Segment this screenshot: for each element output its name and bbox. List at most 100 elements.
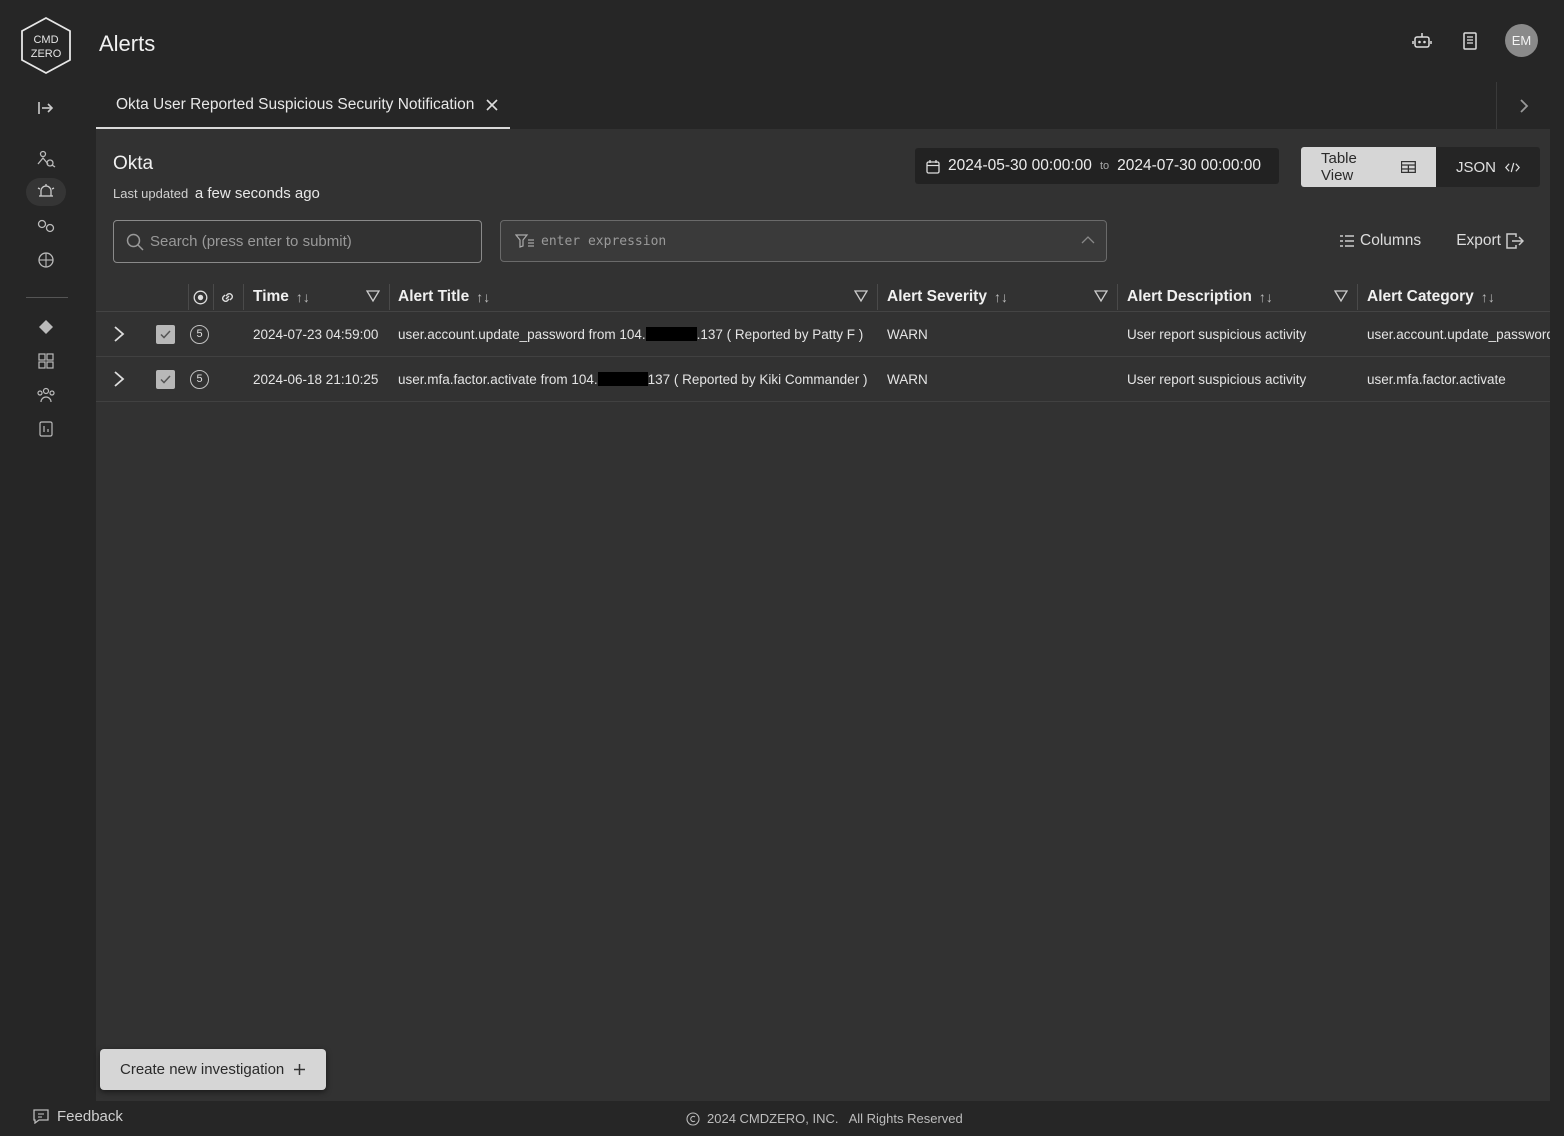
column-header-alert-severity[interactable]: Alert Severity ↑↓ bbox=[887, 282, 1008, 312]
table-view-label: Table View bbox=[1321, 150, 1357, 184]
column-label: Alert Title bbox=[398, 288, 470, 305]
sort-icon[interactable]: ↑↓ bbox=[994, 289, 1008, 305]
column-label: Alert Severity bbox=[887, 288, 987, 305]
cell-description: User report suspicious activity bbox=[1127, 371, 1307, 387]
date-from[interactable]: 2024-05-30 00:00:00 bbox=[948, 157, 1092, 175]
title-suffix: .137 ( Reported by Patty F ) bbox=[696, 326, 864, 342]
column-header-alert-description[interactable]: Alert Description ↑↓ bbox=[1127, 282, 1273, 312]
column-header-time[interactable]: Time ↑↓ bbox=[253, 282, 310, 312]
alert-count-badge: 5 bbox=[190, 312, 209, 356]
json-view-button[interactable]: JSON bbox=[1436, 147, 1540, 187]
column-header-alert-title[interactable]: Alert Title ↑↓ bbox=[398, 282, 490, 312]
tab-label: Okta User Reported Suspicious Security N… bbox=[116, 95, 475, 113]
cell-alert-title[interactable]: user.account.update_password from 104. .1… bbox=[398, 312, 863, 356]
filter-icon[interactable] bbox=[365, 289, 381, 308]
cell-category: user.account.update_password bbox=[1367, 326, 1550, 342]
date-separator: to bbox=[1099, 160, 1110, 172]
close-icon[interactable] bbox=[484, 97, 500, 113]
feedback-link[interactable]: Feedback bbox=[33, 1108, 123, 1125]
title-prefix: user.mfa.factor.activate from 104. bbox=[398, 371, 598, 387]
calendar-icon bbox=[926, 159, 940, 174]
integrations-icon[interactable] bbox=[26, 212, 66, 240]
alerts-icon[interactable] bbox=[26, 178, 66, 206]
reports-icon[interactable] bbox=[26, 415, 66, 443]
svg-text:ZERO: ZERO bbox=[31, 48, 62, 60]
copyright-text: 2024 CMDZERO, INC. All Rights Reserved bbox=[707, 1111, 963, 1126]
expression-input[interactable]: enter expression bbox=[500, 220, 1107, 262]
sort-icon[interactable]: ↑↓ bbox=[296, 289, 310, 305]
docs-icon[interactable] bbox=[1457, 28, 1483, 54]
pin-column-icon[interactable] bbox=[193, 282, 208, 312]
column-label: Alert Description bbox=[1127, 288, 1252, 305]
cell-description: User report suspicious activity bbox=[1127, 326, 1307, 342]
sort-icon[interactable]: ↑↓ bbox=[1259, 289, 1273, 305]
link-column-icon[interactable] bbox=[219, 282, 236, 312]
copyright-footer: 2024 CMDZERO, INC. All Rights Reserved bbox=[686, 1111, 963, 1126]
expand-row-icon[interactable] bbox=[113, 357, 125, 401]
diamond-icon[interactable] bbox=[26, 313, 66, 341]
column-label: Alert Category bbox=[1367, 288, 1474, 305]
export-icon bbox=[1506, 233, 1524, 249]
cell-severity: WARN bbox=[887, 326, 928, 342]
table-header: Time ↑↓ Alert Title ↑↓ Alert Severity ↑↓ Al… bbox=[96, 282, 1550, 312]
create-investigation-button[interactable]: Create new investigation bbox=[100, 1049, 326, 1090]
sort-icon[interactable]: ↑↓ bbox=[476, 289, 490, 305]
column-divider bbox=[213, 284, 214, 310]
filter-expression-icon bbox=[515, 234, 534, 248]
column-divider bbox=[1117, 284, 1118, 310]
row-checkbox[interactable] bbox=[156, 357, 175, 401]
cell-time: 2024-06-18 21:10:25 bbox=[253, 371, 379, 387]
date-to[interactable]: 2024-07-30 00:00:00 bbox=[1117, 157, 1261, 175]
search-icon bbox=[126, 233, 144, 251]
count-value: 5 bbox=[190, 369, 209, 389]
page-title: Alerts bbox=[99, 31, 156, 56]
table-row[interactable]: 5 2024-07-23 04:59:00 user.account.updat… bbox=[96, 312, 1550, 357]
table-icon bbox=[1401, 161, 1416, 173]
view-toggle: Table View JSON bbox=[1301, 147, 1540, 187]
users-icon[interactable] bbox=[26, 381, 66, 409]
expression-placeholder: enter expression bbox=[541, 233, 667, 249]
last-updated: Last updated a few seconds ago bbox=[113, 185, 320, 202]
cmdzero-logo[interactable]: CMD ZERO bbox=[19, 16, 74, 76]
title-prefix: user.account.update_password from 104. bbox=[398, 326, 646, 342]
search-input[interactable]: Search (press enter to submit) bbox=[113, 220, 482, 263]
columns-icon bbox=[1340, 235, 1355, 247]
plus-icon bbox=[294, 1064, 306, 1075]
column-divider bbox=[1357, 284, 1358, 310]
chevron-up-icon[interactable] bbox=[1080, 232, 1096, 252]
count-value: 5 bbox=[190, 324, 209, 344]
network-icon[interactable] bbox=[26, 246, 66, 274]
expand-row-icon[interactable] bbox=[113, 312, 125, 356]
date-range-picker[interactable]: 2024-05-30 00:00:00 to 2024-07-30 00:00:… bbox=[915, 148, 1279, 184]
checkmark-icon bbox=[156, 369, 175, 389]
column-label: Time bbox=[253, 288, 289, 305]
user-avatar[interactable]: EM bbox=[1505, 24, 1538, 57]
source-title: Okta bbox=[113, 153, 154, 174]
columns-button[interactable]: Columns bbox=[1339, 232, 1421, 250]
sort-icon[interactable]: ↑↓ bbox=[1481, 289, 1495, 305]
export-button[interactable]: Export bbox=[1456, 232, 1524, 250]
tab-okta-alert[interactable]: Okta User Reported Suspicious Security N… bbox=[96, 82, 510, 129]
feedback-label: Feedback bbox=[57, 1108, 123, 1125]
filter-icon[interactable] bbox=[853, 289, 869, 308]
modules-icon[interactable] bbox=[26, 347, 66, 375]
investigations-icon[interactable] bbox=[26, 145, 66, 173]
expand-sidebar-icon[interactable] bbox=[26, 94, 66, 122]
robot-icon[interactable] bbox=[1409, 28, 1435, 54]
table-view-button[interactable]: Table View bbox=[1301, 147, 1436, 187]
filter-icon[interactable] bbox=[1333, 289, 1349, 308]
redacted-ip bbox=[597, 372, 648, 386]
columns-label: Columns bbox=[1360, 232, 1422, 249]
table-row[interactable]: 5 2024-06-18 21:10:25 user.mfa.factor.ac… bbox=[96, 357, 1550, 402]
top-actions: EM bbox=[1409, 24, 1538, 57]
tab-scroll-right-icon[interactable] bbox=[1496, 82, 1550, 129]
filter-icon[interactable] bbox=[1093, 289, 1109, 308]
create-investigation-label: Create new investigation bbox=[120, 1061, 285, 1078]
column-header-alert-category[interactable]: Alert Category ↑↓ bbox=[1367, 282, 1495, 312]
column-divider bbox=[389, 284, 390, 310]
cell-alert-title[interactable]: user.mfa.factor.activate from 104. 137 ( … bbox=[398, 357, 867, 401]
row-checkbox[interactable] bbox=[156, 312, 175, 356]
svg-text:CMD: CMD bbox=[33, 34, 58, 46]
column-divider bbox=[877, 284, 878, 310]
cell-time: 2024-07-23 04:59:00 bbox=[253, 326, 379, 342]
